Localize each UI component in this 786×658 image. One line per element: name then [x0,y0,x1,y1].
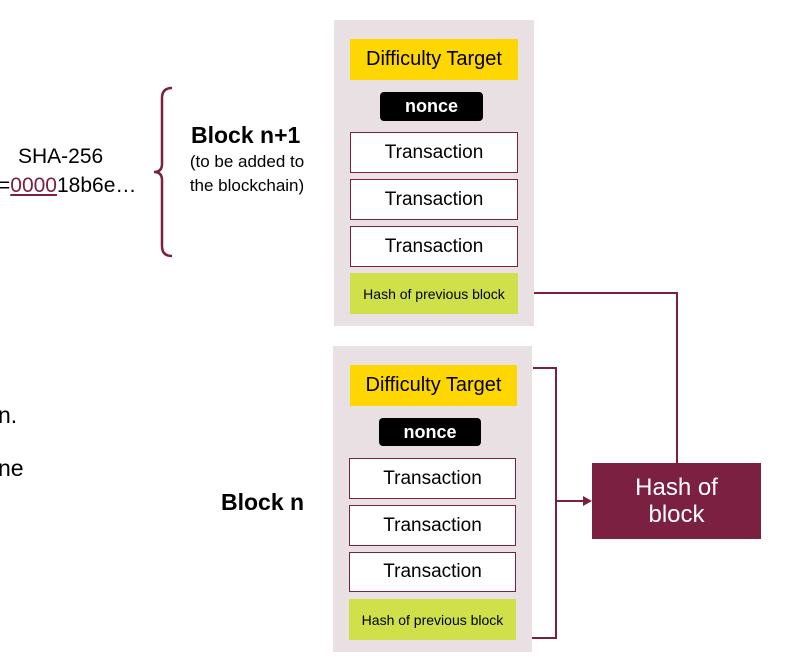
hash-box-line: block [648,501,705,528]
block-n-title: Block n [221,489,305,515]
difficulty-target: Difficulty Target [350,365,517,406]
transaction: Transaction [349,552,516,592]
transaction: Transaction [350,226,518,267]
hash-box-line: Hash of [635,474,718,501]
arrowhead-icon [583,496,592,506]
block-n1-subtitle: (to be added to [189,152,305,171]
nonce: nonce [379,418,481,446]
transaction: Transaction [349,458,516,499]
block-n1-subtitle: the blockchain) [189,176,305,195]
nonce: nonce [380,92,483,121]
curly-brace [153,86,173,258]
prev-hash: Hash of previous block [350,273,518,314]
arrow-to-prev-hash [525,292,678,463]
transaction: Transaction [350,132,518,173]
transaction: Transaction [349,505,516,546]
block-n1-title: Block n+1 [191,122,301,148]
transaction: Transaction [350,179,518,220]
prev-hash: Hash of previous block [349,599,516,640]
hash-of-block-box: Hash of block [592,463,761,539]
block-bracket [532,367,557,639]
difficulty-target: Difficulty Target [350,39,518,80]
